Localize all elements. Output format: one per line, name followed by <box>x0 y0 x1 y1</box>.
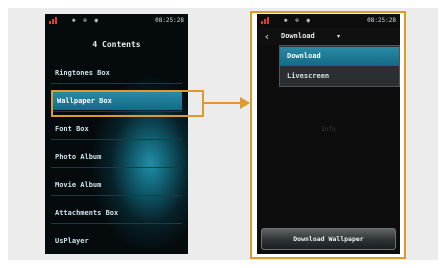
dropdown-option-livescreen[interactable]: Livescreen <box>280 67 399 86</box>
menu-item-ringtones-box[interactable]: Ringtones Box <box>51 64 182 82</box>
menu-item-font-box[interactable]: Font Box <box>51 120 182 138</box>
chevron-down-icon[interactable]: ▾ <box>337 30 340 43</box>
divider <box>51 195 182 196</box>
menu-item-photo-album[interactable]: Photo Album <box>51 148 182 166</box>
divider <box>51 139 182 140</box>
status-bar: ✱ ⊕ ◉ 08:25:28 <box>257 14 400 28</box>
dropdown-title[interactable]: Download <box>281 30 315 43</box>
header-bar: ‹ Download ▾ <box>257 28 400 45</box>
status-bar: ✱ ⊕ ◉ 08:25:28 <box>45 14 188 28</box>
signal-icon <box>261 17 271 24</box>
arrow-right-icon <box>240 97 250 109</box>
arrow-line <box>204 102 242 104</box>
back-arrow-icon[interactable]: ‹ <box>261 30 273 43</box>
empty-state-text: Info <box>321 126 336 133</box>
menu-item-attachments-box[interactable]: Attachments Box <box>51 204 182 222</box>
highlight-callout <box>51 90 204 117</box>
download-wallpaper-button[interactable]: Download Wallpaper <box>261 228 396 250</box>
page-title: 4 Contents <box>92 40 141 49</box>
dropdown-option-download[interactable]: Download <box>280 47 399 66</box>
signal-icon <box>49 17 59 24</box>
status-time: 08:25:28 <box>155 17 184 24</box>
menu-item-usplayer[interactable]: UsPlayer <box>51 232 182 250</box>
divider <box>51 223 182 224</box>
dropdown-menu: Download Livescreen <box>279 45 400 87</box>
status-icons: ✱ ⊕ ◉ <box>284 17 313 24</box>
divider <box>51 83 182 84</box>
status-icons: ✱ ⊕ ◉ <box>72 17 101 24</box>
status-time: 08:25:28 <box>367 17 396 24</box>
divider <box>51 167 182 168</box>
menu-item-movie-album[interactable]: Movie Album <box>51 176 182 194</box>
phone-screen-contents: ✱ ⊕ ◉ 08:25:28 4 Contents Ringtones Box … <box>45 14 188 254</box>
phone-screen-wallpaper: ✱ ⊕ ◉ 08:25:28 ‹ Download ▾ Download Liv… <box>257 14 400 254</box>
